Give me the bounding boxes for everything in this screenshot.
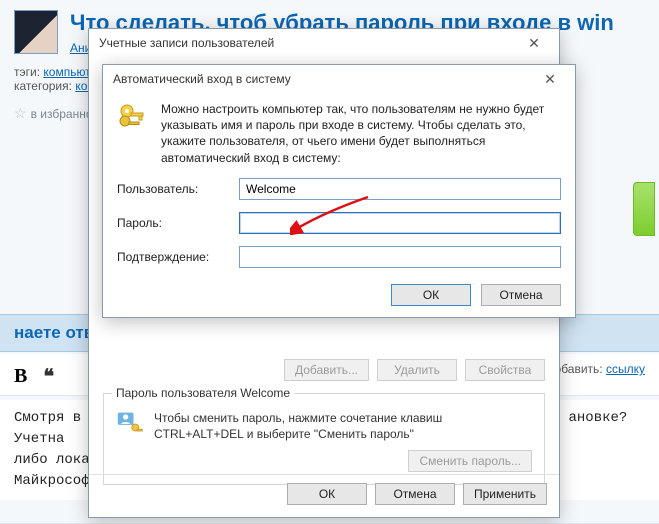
- close-icon[interactable]: ✕: [531, 69, 569, 89]
- keys-icon: [117, 101, 149, 133]
- properties-button[interactable]: Свойства: [465, 359, 545, 381]
- confirm-label: Подтверждение:: [117, 250, 227, 264]
- quote-button[interactable]: ❝: [43, 364, 54, 389]
- avatar: [14, 10, 58, 54]
- ok-button[interactable]: ОК: [287, 483, 367, 505]
- close-icon[interactable]: ✕: [515, 33, 553, 53]
- confirm-input[interactable]: [239, 246, 561, 268]
- auto-login-titlebar[interactable]: Автоматический вход в систему ✕: [103, 65, 575, 93]
- user-key-icon: [116, 410, 144, 438]
- vote-button[interactable]: [633, 182, 655, 236]
- add-button[interactable]: Добавить...: [284, 359, 369, 381]
- user-accounts-titlebar[interactable]: Учетные записи пользователей ✕: [89, 29, 559, 57]
- cancel-button[interactable]: Отмена: [375, 483, 455, 505]
- category-label: категория:: [14, 79, 72, 93]
- delete-button[interactable]: Удалить: [377, 359, 457, 381]
- password-group-text: Чтобы сменить пароль, нажмите сочетание …: [154, 410, 532, 442]
- tags-label: тэги:: [14, 65, 40, 79]
- user-accounts-title: Учетные записи пользователей: [99, 36, 274, 50]
- user-label: Пользователь:: [117, 182, 227, 196]
- password-group-title: Пароль пользователя Welcome: [112, 386, 294, 400]
- auto-login-title: Автоматический вход в систему: [113, 72, 291, 86]
- password-input[interactable]: [239, 212, 561, 234]
- cancel-button[interactable]: Отмена: [481, 284, 561, 306]
- auto-login-dialog: Автоматический вход в систему ✕ Можно на…: [102, 64, 576, 318]
- password-label: Пароль:: [117, 216, 227, 230]
- add-link[interactable]: ссылку: [606, 362, 645, 376]
- auto-login-desc: Можно настроить компьютер так, что польз…: [161, 101, 561, 166]
- ok-button[interactable]: ОК: [391, 284, 471, 306]
- change-password-button[interactable]: Сменить пароль...: [408, 450, 532, 472]
- bold-button[interactable]: B: [14, 365, 27, 388]
- user-input[interactable]: [239, 178, 561, 200]
- star-icon: ☆: [14, 105, 27, 122]
- password-group: Пароль пользователя Welcome Чтобы сменит…: [103, 393, 545, 485]
- add-link-row: добавить: ссылку: [548, 362, 645, 376]
- apply-button[interactable]: Применить: [463, 483, 547, 505]
